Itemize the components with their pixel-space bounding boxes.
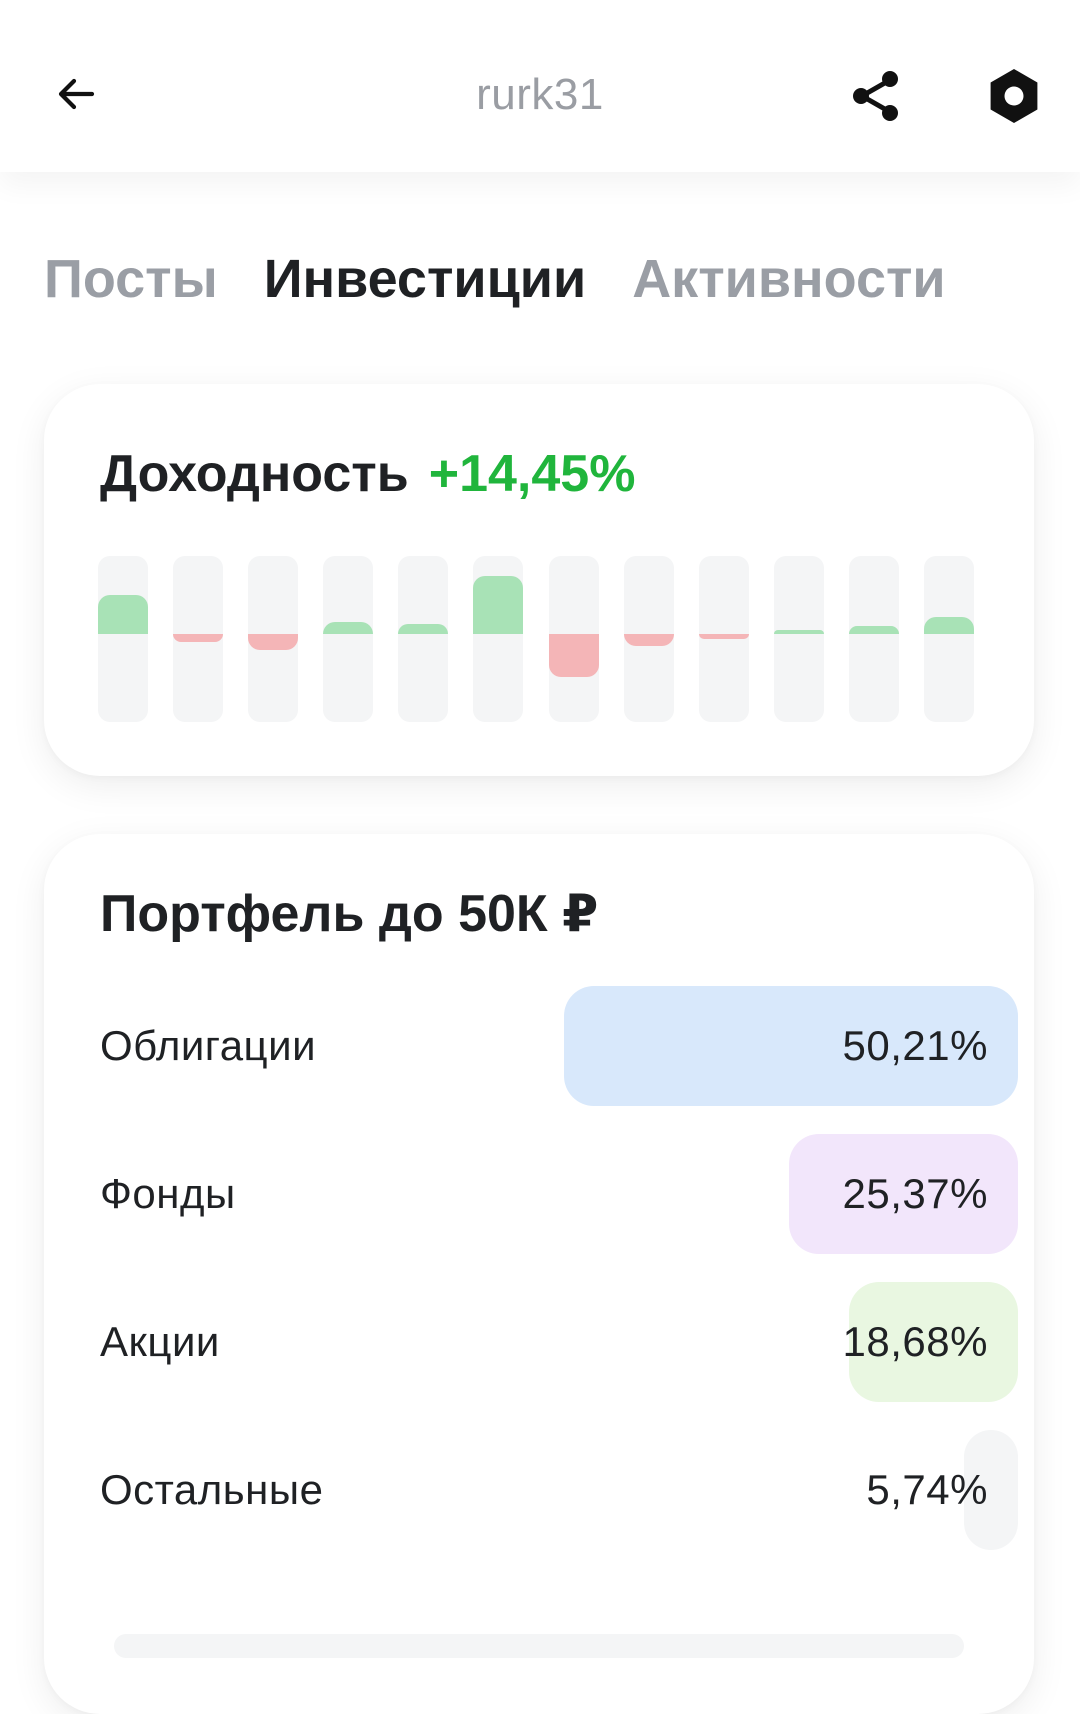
profile-tabs: Посты Инвестиции Активности <box>44 248 946 310</box>
yield-bar <box>473 576 524 634</box>
yield-bar-track <box>848 556 899 722</box>
tab-activities[interactable]: Активности <box>632 248 945 310</box>
yield-bar-track <box>98 556 148 722</box>
yield-bar-track <box>398 556 449 722</box>
allocation-row-funds[interactable]: Фонды 25,37% <box>100 1134 1018 1254</box>
allocation-value: 25,37% <box>842 1170 988 1217</box>
tab-investments[interactable]: Инвестиции <box>264 248 587 310</box>
yield-bar-track <box>248 556 299 722</box>
allocation-label: Фонды <box>100 1170 236 1217</box>
yield-bar-track <box>473 556 524 722</box>
yield-bar-track <box>323 556 374 722</box>
divider <box>114 1634 964 1658</box>
yield-bar <box>848 626 899 634</box>
allocation-value: 18,68% <box>842 1318 988 1365</box>
yield-bar <box>623 634 674 647</box>
yield-value: +14,45% <box>428 445 636 503</box>
share-icon <box>853 71 898 121</box>
yield-bar <box>698 634 749 639</box>
allocation-label: Остальные <box>100 1466 324 1513</box>
yield-bar-chart <box>98 556 974 722</box>
profile-username: rurk31 <box>476 70 604 119</box>
yield-bar-track <box>623 556 674 722</box>
yield-bar <box>323 622 374 634</box>
yield-label: Доходность <box>100 445 409 503</box>
yield-bar <box>398 623 449 634</box>
tab-posts[interactable]: Посты <box>44 248 218 310</box>
yield-card[interactable]: Доходность +14,45% <box>44 384 1034 776</box>
allocation-row-other[interactable]: Остальные 5,74% <box>100 1430 1018 1550</box>
allocation-label: Облигации <box>100 1022 317 1069</box>
allocation-row-bonds[interactable]: Облигации 50,21% <box>100 986 1018 1106</box>
yield-bar <box>173 634 224 642</box>
yield-bar-track <box>173 556 224 722</box>
yield-bar <box>773 630 824 634</box>
share-button[interactable] <box>846 64 910 128</box>
allocation-value: 50,21% <box>842 1022 988 1069</box>
yield-heading: Доходность +14,45% <box>100 444 635 504</box>
yield-bar <box>548 634 599 677</box>
yield-bar <box>98 595 148 634</box>
portfolio-title: Портфель до 50К ₽ <box>100 885 599 943</box>
allocation-label: Акции <box>100 1318 220 1365</box>
hexagon-settings-icon <box>990 69 1038 123</box>
yield-bar <box>248 634 299 650</box>
allocation-row-stocks[interactable]: Акции 18,68% <box>100 1282 1018 1402</box>
settings-button[interactable] <box>982 64 1046 128</box>
yield-bar-track <box>924 556 974 722</box>
yield-bar-track <box>773 556 824 722</box>
yield-bar <box>924 616 974 634</box>
allocation-value: 5,74% <box>866 1466 988 1513</box>
portfolio-card[interactable]: Портфель до 50К ₽ Облигации 50,21% Фонды… <box>44 834 1034 1714</box>
top-bar: rurk31 <box>0 0 1080 172</box>
yield-bar-track <box>548 556 599 722</box>
yield-bar-track <box>698 556 749 722</box>
